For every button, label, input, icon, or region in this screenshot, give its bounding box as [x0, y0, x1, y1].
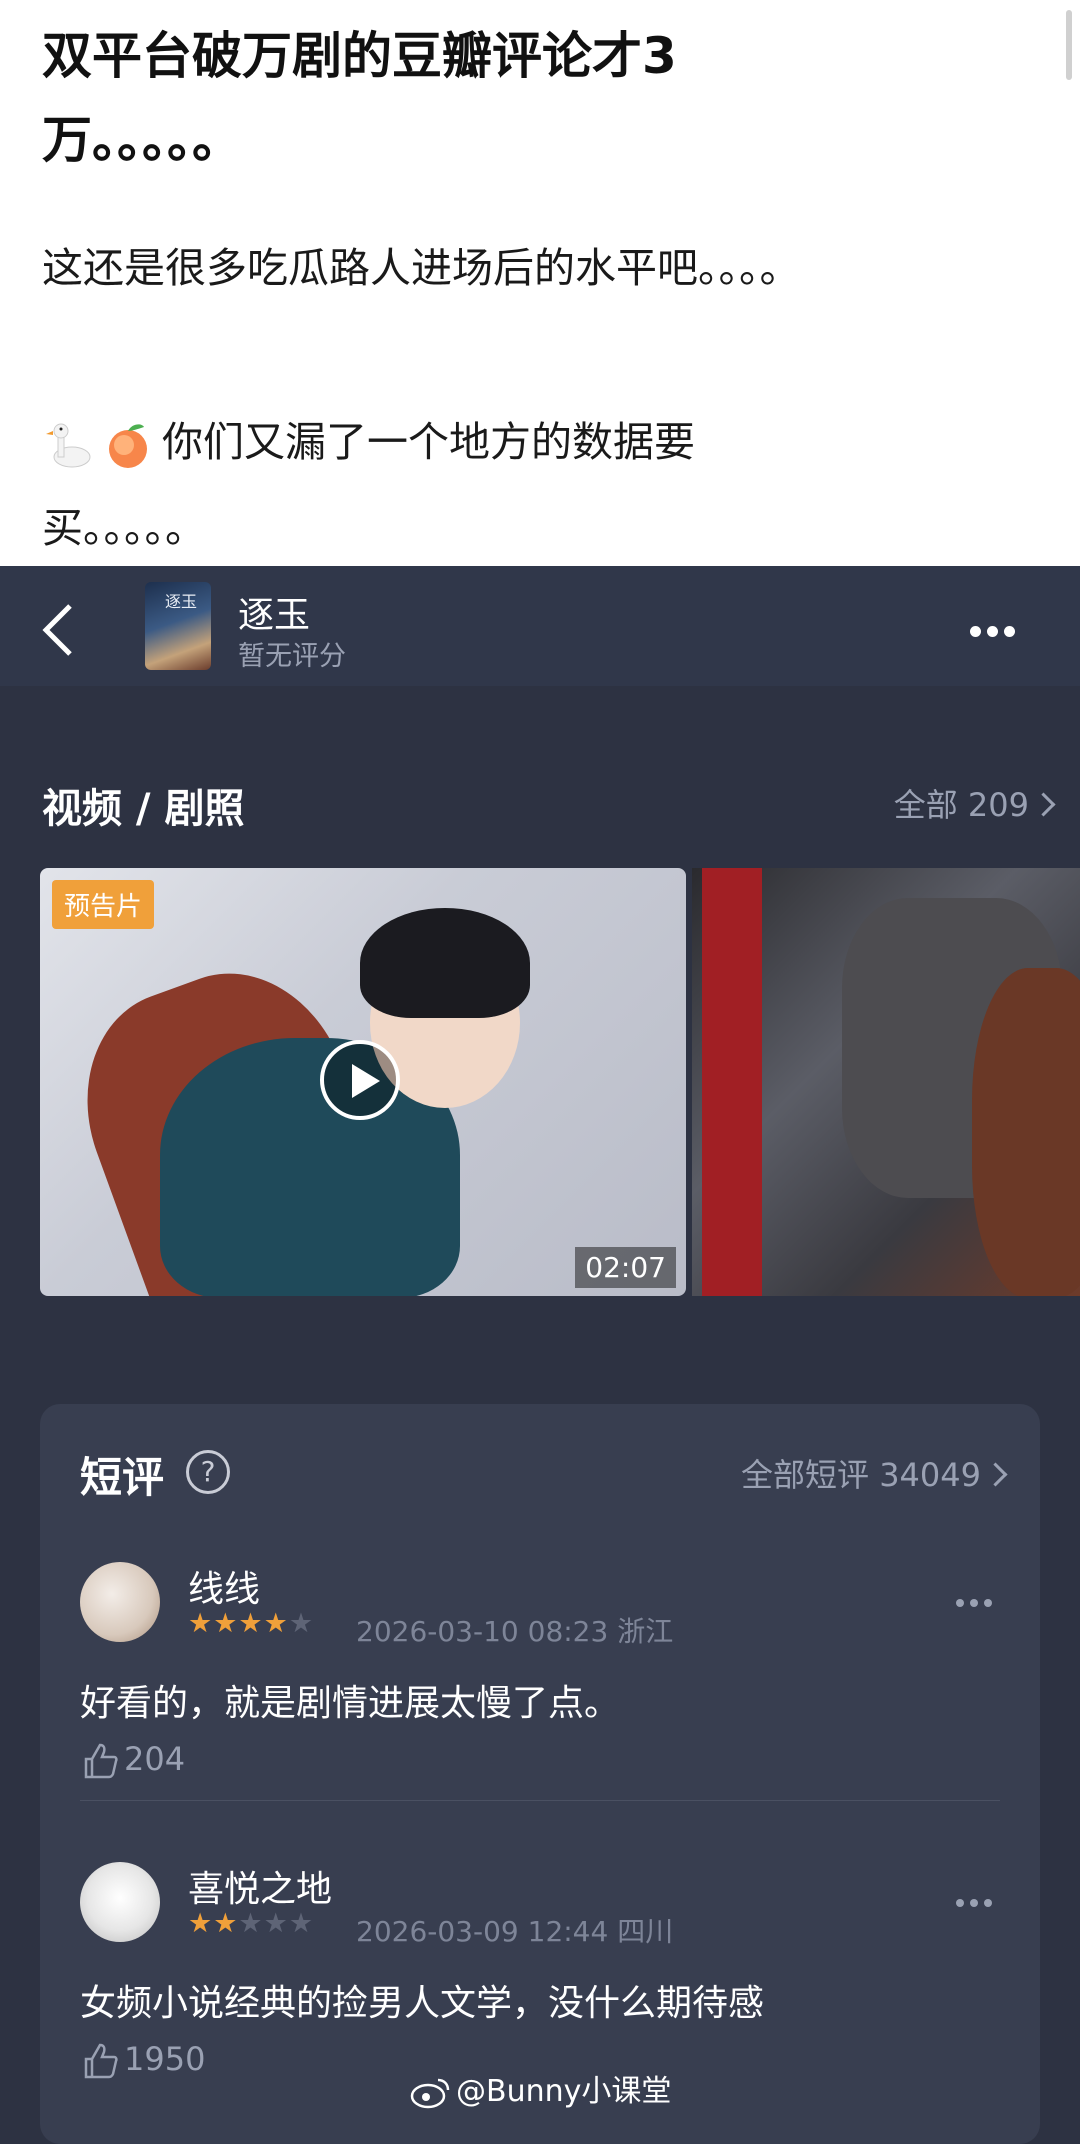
reviews-all-link[interactable]: 全部短评 34049 — [741, 1450, 1008, 1496]
back-arrow-icon[interactable] — [40, 602, 80, 658]
post-line-1: 这还是很多吃瓜路人进场后的水平吧。。。。 — [42, 244, 801, 292]
weibo-logo-icon — [410, 2078, 450, 2108]
star-rating: ★★★★★ — [188, 1608, 315, 1639]
review-meta: 2026-03-10 08:23 浙江 — [356, 1615, 674, 1648]
post-line-2-text: 你们又漏了一个地方的数据要 — [162, 418, 695, 466]
thumbs-up-icon — [84, 2043, 118, 2079]
review-meta: 2026-03-09 12:44 四川 — [356, 1915, 674, 1948]
trailer-tag: 预告片 — [52, 880, 155, 929]
short-reviews-card: 短评 ? 全部短评 34049 线线 ★★★★★ 2026-03-10 08:2… — [40, 1404, 1040, 2144]
review-divider — [80, 1800, 1000, 1801]
weibo-post: 双平台破万剧的豆瓣评论才3万。。。。。 这还是很多吃瓜路人进场后的水平吧。。。。… — [0, 0, 1080, 566]
review-text: 女频小说经典的捡男人文学，没什么期待感 — [80, 1983, 765, 2024]
rating-status: 暂无评分 — [238, 641, 346, 672]
post-line-2: 你们又漏了一个地方的数据要 — [42, 408, 695, 471]
goose-icon — [46, 423, 91, 468]
watermark: @Bunny小课堂 — [410, 2066, 671, 2110]
video-duration: 02:07 — [575, 1247, 676, 1288]
like-count: 1950 — [124, 2040, 206, 2078]
top-bar: 逐玉 逐玉 暂无评分 — [0, 566, 1080, 686]
still-horse — [972, 968, 1080, 1296]
avatar[interactable] — [80, 1562, 160, 1642]
peach-icon — [109, 424, 147, 468]
more-options-icon[interactable] — [970, 622, 1030, 637]
like-button[interactable]: 1950 — [80, 2040, 205, 2081]
help-icon[interactable]: ? — [186, 1450, 230, 1494]
reviews-title: 短评 — [80, 1453, 165, 1502]
review-more-icon[interactable] — [956, 1592, 1000, 1607]
trailer-video[interactable]: 预告片 02:07 — [40, 868, 686, 1296]
reviews-all-label: 全部短评 34049 — [741, 1456, 981, 1494]
review-more-icon[interactable] — [956, 1892, 1000, 1907]
drama-title: 逐玉 — [238, 595, 311, 636]
watermark-text: @Bunny小课堂 — [456, 2074, 672, 2109]
review-username[interactable]: 喜悦之地 — [188, 1860, 332, 1912]
chevron-right-icon — [1031, 791, 1056, 817]
post-title: 双平台破万剧的豆瓣评论才3万。。。。。 — [42, 27, 677, 169]
poster-text: 逐玉 — [165, 592, 198, 611]
review-text: 好看的，就是剧情进展太慢了点。 — [80, 1683, 621, 1724]
media-all-label: 全部 209 — [893, 786, 1029, 824]
drama-page: 逐玉 逐玉 暂无评分 视频 / 剧照 全部 209 预告片 02:07 短评 ?… — [0, 566, 1080, 2144]
like-button[interactable]: 204 — [80, 1740, 185, 1781]
review-username[interactable]: 线线 — [188, 1560, 260, 1612]
media-section-title: 视频 / 剧照 — [42, 786, 245, 832]
scrollbar[interactable] — [1066, 10, 1072, 80]
play-icon[interactable] — [320, 1040, 400, 1120]
post-line-3: 买。。。。。 — [42, 504, 206, 552]
star-rating: ★★★★★ — [188, 1908, 315, 1939]
drama-poster[interactable]: 逐玉 — [145, 582, 211, 670]
media-all-link[interactable]: 全部 209 — [893, 780, 1056, 826]
thumbs-up-icon — [84, 1743, 118, 1779]
like-count: 204 — [124, 1740, 186, 1778]
still-red-banner — [702, 868, 762, 1296]
video-figure-hair — [360, 908, 530, 1018]
avatar[interactable] — [80, 1862, 160, 1942]
still-photo[interactable] — [692, 868, 1080, 1296]
chevron-right-icon — [983, 1461, 1008, 1487]
